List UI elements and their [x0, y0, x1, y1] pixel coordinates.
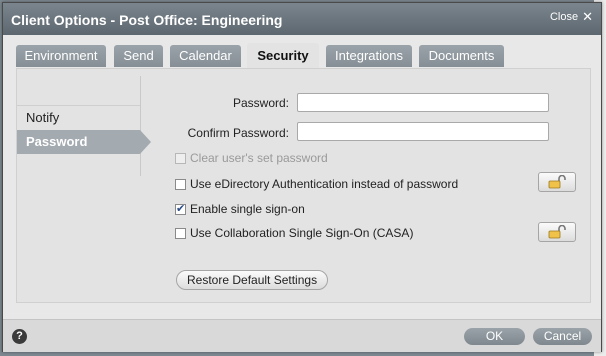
sidebar-item-password[interactable]: Password [17, 130, 151, 154]
tab-send[interactable]: Send [114, 45, 163, 67]
unlock-icon [548, 175, 566, 189]
security-sidebar: Notify Password [17, 76, 151, 176]
tab-calendar[interactable]: Calendar [170, 45, 241, 67]
casa-sso-row: Use Collaboration Single Sign-On (CASA) [175, 226, 413, 240]
edirectory-auth-checkbox[interactable] [175, 178, 186, 190]
close-icon: ✕ [582, 9, 593, 24]
clear-password-row: Clear user's set password [175, 151, 328, 165]
dialog-title: Client Options - Post Office: Engineerin… [11, 12, 283, 28]
cancel-button[interactable]: Cancel [533, 328, 592, 345]
casa-sso-checkbox[interactable] [175, 227, 186, 239]
security-panel: Notify Password Password: Confirm Passwo… [16, 68, 591, 303]
dialog-footer: ? OK Cancel [3, 319, 601, 352]
clear-password-checkbox[interactable] [175, 152, 186, 164]
password-field[interactable] [297, 93, 549, 112]
edirectory-lock-button[interactable] [538, 172, 576, 192]
confirm-password-field[interactable] [297, 122, 549, 141]
sidebar-item-notify[interactable]: Notify [17, 105, 140, 129]
tab-security[interactable]: Security [247, 43, 319, 68]
casa-sso-label: Use Collaboration Single Sign-On (CASA) [190, 226, 414, 240]
ok-button[interactable]: OK [464, 328, 525, 345]
casa-lock-button[interactable] [538, 222, 576, 242]
help-icon[interactable]: ? [12, 329, 27, 344]
password-label: Password: [232, 96, 289, 110]
confirm-password-label: Confirm Password: [187, 126, 289, 140]
restore-defaults-button[interactable]: Restore Default Settings [176, 270, 329, 290]
unlock-icon [548, 225, 566, 239]
edirectory-auth-label: Use eDirectory Authentication instead of… [190, 177, 459, 191]
single-sign-on-checkbox[interactable] [175, 202, 186, 215]
tab-environment[interactable]: Environment [16, 45, 106, 67]
single-sign-on-label: Enable single sign-on [190, 202, 305, 216]
tab-integrations[interactable]: Integrations [326, 45, 412, 67]
close-button[interactable]: Close ✕ [549, 9, 593, 24]
client-options-dialog: Client Options - Post Office: Engineerin… [2, 2, 602, 352]
tab-documents[interactable]: Documents [419, 45, 504, 67]
dialog-titlebar[interactable]: Client Options - Post Office: Engineerin… [3, 3, 601, 35]
close-label: Close [549, 11, 579, 23]
clear-password-label: Clear user's set password [190, 151, 328, 165]
single-sign-on-row: Enable single sign-on [175, 202, 305, 216]
edirectory-auth-row: Use eDirectory Authentication instead of… [175, 177, 458, 191]
